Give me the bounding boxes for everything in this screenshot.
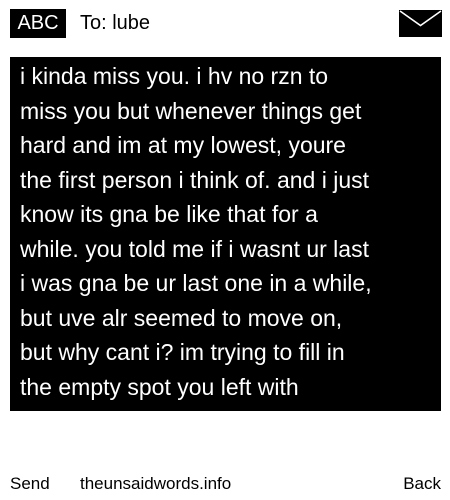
back-softkey[interactable]: Back	[403, 470, 441, 498]
send-softkey[interactable]: Send	[10, 470, 50, 498]
softkey-bar: Send theunsaidwords.info Back	[0, 470, 450, 498]
header: ABC To: lube	[0, 0, 450, 46]
message-text: i kinda miss you. i hv no rzn to miss yo…	[20, 63, 372, 400]
input-mode-badge[interactable]: ABC	[10, 9, 66, 38]
site-link[interactable]: theunsaidwords.info	[80, 470, 231, 498]
message-body[interactable]: i kinda miss you. i hv no rzn to miss yo…	[10, 57, 441, 411]
envelope-icon	[399, 10, 442, 37]
recipient-field[interactable]: To: lube	[80, 9, 150, 38]
